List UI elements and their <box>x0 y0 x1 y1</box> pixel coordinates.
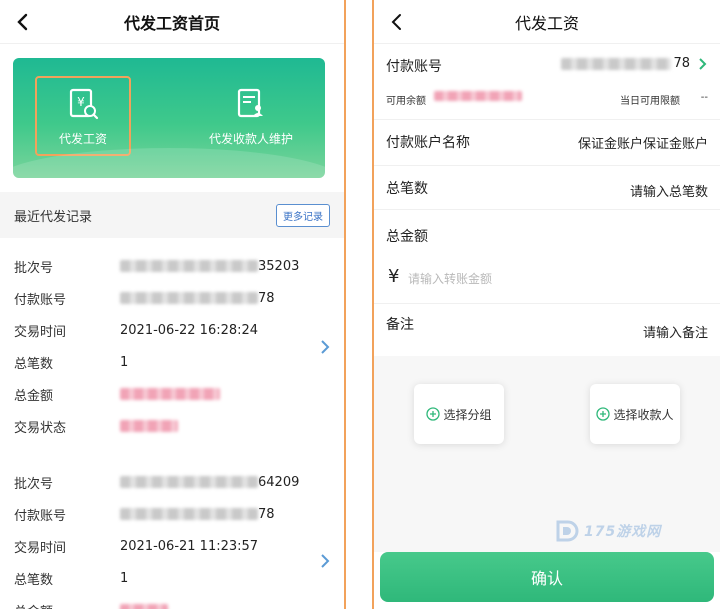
confirm-button[interactable]: 确认 <box>380 552 714 602</box>
field-label: 交易时间 <box>14 540 67 556</box>
field-label: 交易时间 <box>14 324 67 340</box>
total-count-input[interactable]: 请输入总笔数 <box>630 181 708 200</box>
tile-payroll[interactable]: ¥ 代发工资 <box>35 76 131 156</box>
field-label: 总笔数 <box>14 356 54 372</box>
field-label: 总笔数 <box>14 572 54 588</box>
field-value: 78 <box>120 507 275 522</box>
total-amount-redacted <box>120 388 220 400</box>
site-watermark: 175游戏网 <box>554 518 661 544</box>
record-field: 付款账号 78 <box>0 282 344 314</box>
account-name-label: 付款账户名称 <box>386 135 470 151</box>
payroll-home-screen: 代发工资首页 ¥ 代发工资 代发收款人维护 最近代发记录 更多记录 批次号 35… <box>0 0 346 609</box>
field-label: 交易状态 <box>14 420 67 436</box>
remark-label: 备注 <box>386 317 414 333</box>
record-field: 总金额 <box>0 378 344 410</box>
record-field: 批次号 64209 <box>0 466 344 498</box>
remark-input[interactable]: 请输入备注 <box>643 322 708 341</box>
watermark-text: 175游戏网 <box>584 524 662 540</box>
record-field: 交易状态 <box>0 410 344 442</box>
batch-number-tail: 64209 <box>258 474 300 490</box>
pay-account-label: 付款账号 <box>386 59 442 75</box>
page-title: 代发工资首页 <box>123 13 220 33</box>
daily-limit-value: -- <box>700 92 708 103</box>
total-count: 1 <box>120 570 129 586</box>
select-payee-label: 选择收款人 <box>613 407 674 422</box>
chevron-right-icon <box>699 57 707 70</box>
select-group-label: 选择分组 <box>443 407 492 422</box>
screenshot-stage: 代发工资首页 ¥ 代发工资 代发收款人维护 最近代发记录 更多记录 批次号 35… <box>0 0 720 609</box>
more-records-button[interactable]: 更多记录 <box>276 203 330 227</box>
field-label: 付款账号 <box>14 508 67 524</box>
tile-payroll-label: 代发工资 <box>58 131 107 146</box>
page-title: 代发工资 <box>514 13 579 33</box>
section-title: 最近代发记录 <box>14 209 93 225</box>
svg-text:¥: ¥ <box>77 95 85 109</box>
field-label: 总金额 <box>14 601 53 609</box>
total-amount-redacted <box>120 604 168 609</box>
pay-account-tail: 78 <box>673 56 690 71</box>
trade-time: 2021-06-22 16:28:24 <box>120 322 259 338</box>
nav-bar: 代发工资首页 <box>0 0 344 44</box>
watermark-logo-icon <box>556 520 579 542</box>
daily-limit-label: 当日可用限额 <box>620 96 680 107</box>
payroll-form-screen: 代发工资 付款账号 78 可用余额 当日可用限额 -- 付款账户名称 保证金账户… <box>372 0 720 609</box>
back-button[interactable] <box>12 10 32 34</box>
total-amount-field[interactable]: 总金额 ¥ 请输入转账金额 <box>374 210 720 304</box>
payroll-icon: ¥ <box>69 88 99 119</box>
account-tail: 78 <box>258 290 275 306</box>
field-label: 批次号 <box>14 476 54 492</box>
available-balance-label: 可用余额 <box>386 96 426 107</box>
field-value: 35203 <box>120 259 299 274</box>
plus-circle-icon <box>426 407 441 421</box>
total-count: 1 <box>120 354 129 370</box>
field-value: 78 <box>120 291 275 306</box>
trade-time: 2021-06-21 11:23:57 <box>120 538 259 554</box>
amount-input[interactable]: 请输入转账金额 <box>408 270 492 287</box>
chevron-right-icon[interactable] <box>318 338 332 356</box>
record-field: 总金额 <box>0 594 344 609</box>
record-field: 交易时间 2021-06-22 16:28:24 <box>0 314 344 346</box>
record-field: 批次号 35203 <box>0 250 344 282</box>
tile-payee-maintenance[interactable]: 代发收款人维护 <box>191 76 311 156</box>
record-field: 总笔数 1 <box>0 562 344 594</box>
field-label: 批次号 <box>14 260 54 276</box>
field-label: 总金额 <box>14 388 54 404</box>
chevron-left-icon <box>17 13 28 31</box>
chevron-right-icon[interactable] <box>318 552 332 570</box>
select-payee-button[interactable]: 选择收款人 <box>590 384 680 444</box>
pay-account-value: 78 <box>561 56 708 71</box>
payee-maintenance-icon <box>237 88 263 117</box>
total-count-label: 总笔数 <box>386 181 428 197</box>
chevron-left-icon <box>391 14 401 30</box>
account-tail: 78 <box>258 506 275 522</box>
record-field: 交易时间 2021-06-21 11:23:57 <box>0 530 344 562</box>
back-button[interactable] <box>386 10 406 34</box>
select-group-button[interactable]: 选择分组 <box>414 384 504 444</box>
available-balance-redacted <box>434 91 522 101</box>
record-field: 总笔数 1 <box>0 346 344 378</box>
pay-account-field[interactable]: 付款账号 78 可用余额 当日可用限额 -- <box>374 44 720 120</box>
currency-symbol: ¥ <box>388 266 400 287</box>
record-field: 付款账号 78 <box>0 498 344 530</box>
tile-payee-label: 代发收款人维护 <box>208 131 293 146</box>
batch-number-tail: 35203 <box>258 258 300 274</box>
recent-records-header: 最近代发记录 更多记录 <box>0 192 344 238</box>
account-name-value: 保证金账户保证金账户 <box>577 137 708 152</box>
account-name-field: 付款账户名称 保证金账户保证金账户 <box>374 120 720 166</box>
nav-bar: 代发工资 <box>374 0 720 44</box>
remark-field[interactable]: 备注 请输入备注 <box>374 304 720 356</box>
field-label: 付款账号 <box>14 292 67 308</box>
field-value: 64209 <box>120 475 299 490</box>
status-redacted <box>120 420 178 432</box>
function-banner: ¥ 代发工资 代发收款人维护 <box>13 58 325 178</box>
plus-circle-icon <box>596 407 611 421</box>
total-count-field[interactable]: 总笔数 请输入总笔数 <box>374 166 720 210</box>
total-amount-label: 总金额 <box>386 229 428 245</box>
